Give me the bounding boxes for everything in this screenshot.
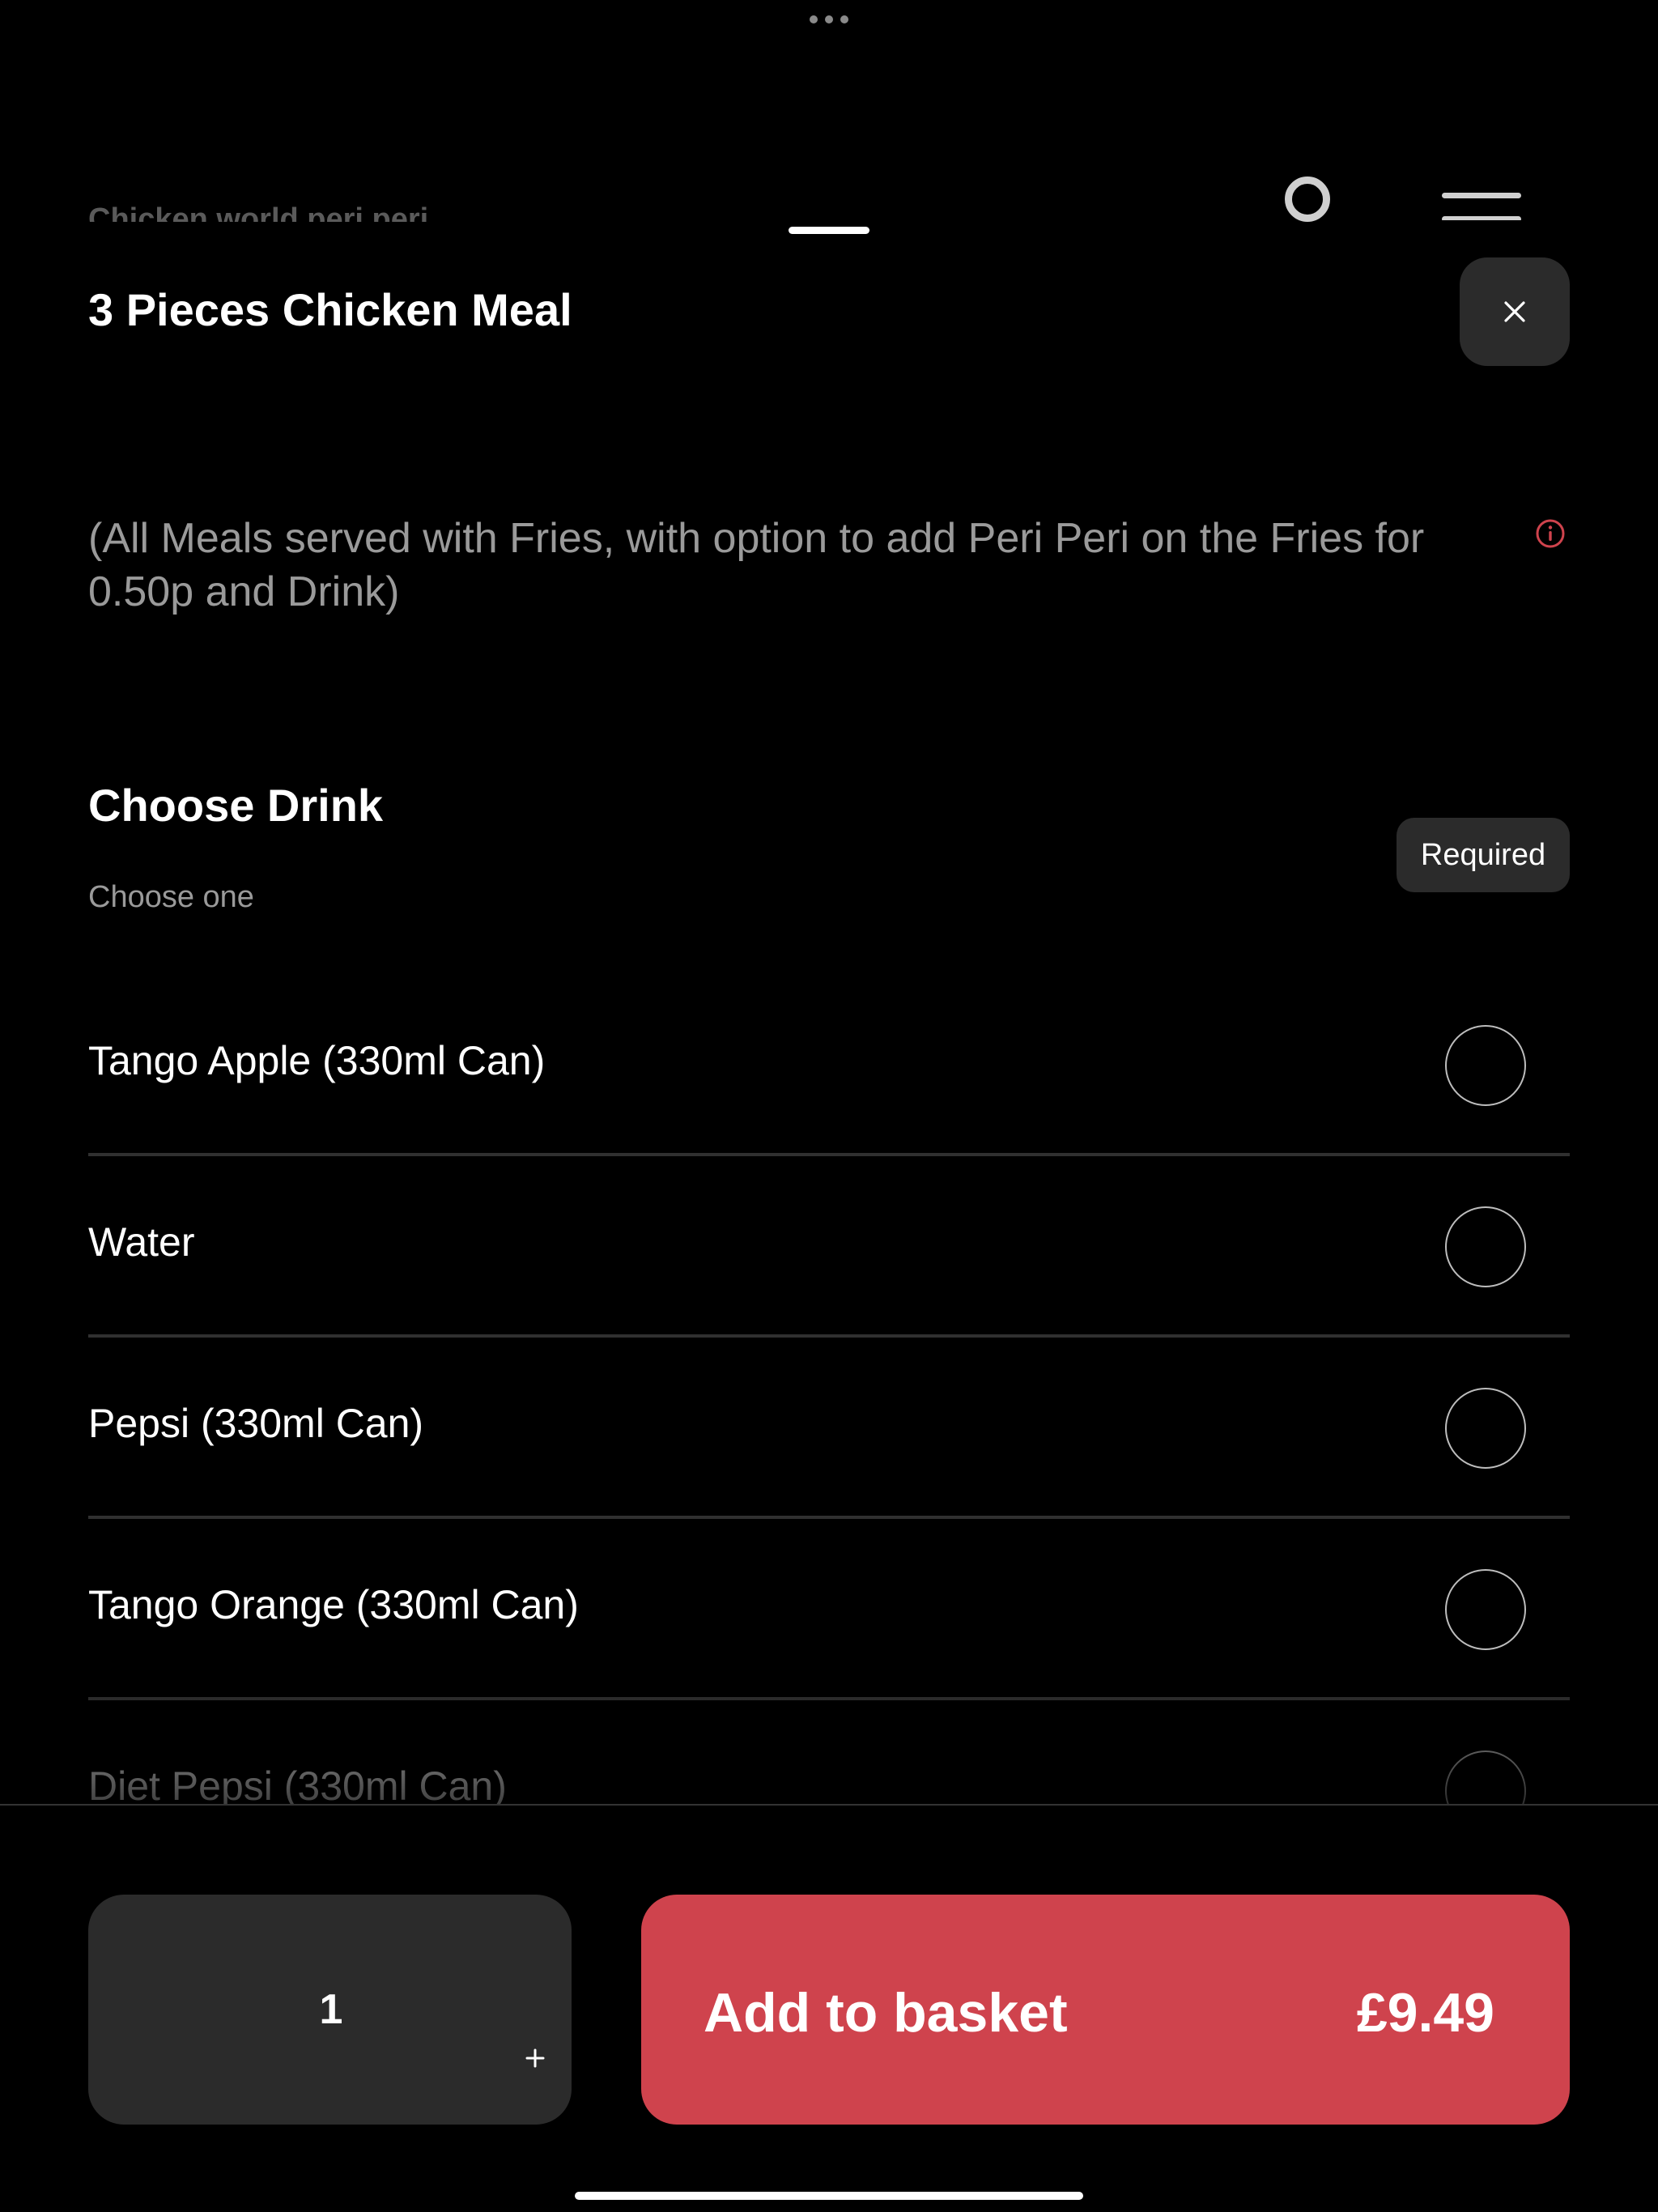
plus-icon xyxy=(525,2048,545,2068)
background-restaurant-name-text: Chicken world peri peri xyxy=(88,202,429,222)
drink-option[interactable]: Pepsi (330ml Can) xyxy=(88,1338,1570,1519)
more-dots-icon[interactable] xyxy=(810,15,848,24)
dot xyxy=(840,15,848,23)
menu-icon xyxy=(1442,193,1521,220)
menu-icon-bar xyxy=(1442,193,1521,198)
price: £9.49 xyxy=(1356,1982,1494,2044)
add-to-basket-label: Add to basket xyxy=(704,1982,1068,2044)
close-icon xyxy=(1504,301,1525,322)
footer-bar: 1 Add to basket £9.49 xyxy=(0,1806,1658,2212)
quantity-stepper[interactable]: 1 xyxy=(88,1895,572,2125)
section-subtitle: Choose one xyxy=(88,880,254,914)
drink-option-label: Tango Orange (330ml Can) xyxy=(88,1582,579,1627)
quantity-value: 1 xyxy=(319,1986,343,2033)
close-button[interactable] xyxy=(1460,257,1570,366)
required-badge: Required xyxy=(1397,818,1570,892)
drink-option-label: Pepsi (330ml Can) xyxy=(88,1401,424,1446)
drink-option[interactable]: Tango Apple (330ml Can) xyxy=(88,975,1570,1156)
drink-option-label: Water xyxy=(88,1219,195,1265)
drink-options-list: Tango Apple (330ml Can) Water Pepsi (330… xyxy=(88,975,1570,1804)
drink-option[interactable]: Water xyxy=(88,1156,1570,1338)
background-restaurant-name: Chicken world peri peri xyxy=(88,201,428,222)
item-title: 3 Pieces Chicken Meal xyxy=(88,284,572,335)
sheet-grabber[interactable] xyxy=(789,227,869,234)
add-to-basket-button[interactable]: Add to basket £9.49 xyxy=(641,1895,1570,2125)
info-icon[interactable] xyxy=(1535,518,1566,549)
drink-option-label: Tango Apple (330ml Can) xyxy=(88,1038,546,1083)
dot xyxy=(810,15,818,23)
increment-button[interactable] xyxy=(496,2019,574,2097)
drink-option[interactable]: Diet Pepsi (330ml Can) xyxy=(88,1700,1570,1804)
item-description: (All Meals served with Fries, with optio… xyxy=(88,515,1425,615)
section-title: Choose Drink xyxy=(88,780,384,831)
drink-option[interactable]: Tango Orange (330ml Can) xyxy=(88,1519,1570,1700)
dot xyxy=(825,15,833,23)
radio-button[interactable] xyxy=(1445,1025,1526,1106)
home-indicator xyxy=(575,2192,1083,2200)
menu-icon-bar xyxy=(1442,216,1521,220)
ring-icon xyxy=(1285,177,1330,222)
radio-button[interactable] xyxy=(1445,1569,1526,1650)
radio-button[interactable] xyxy=(1445,1206,1526,1287)
radio-button[interactable] xyxy=(1445,1750,1526,1804)
drink-option-label: Diet Pepsi (330ml Can) xyxy=(88,1763,507,1804)
radio-button[interactable] xyxy=(1445,1388,1526,1469)
